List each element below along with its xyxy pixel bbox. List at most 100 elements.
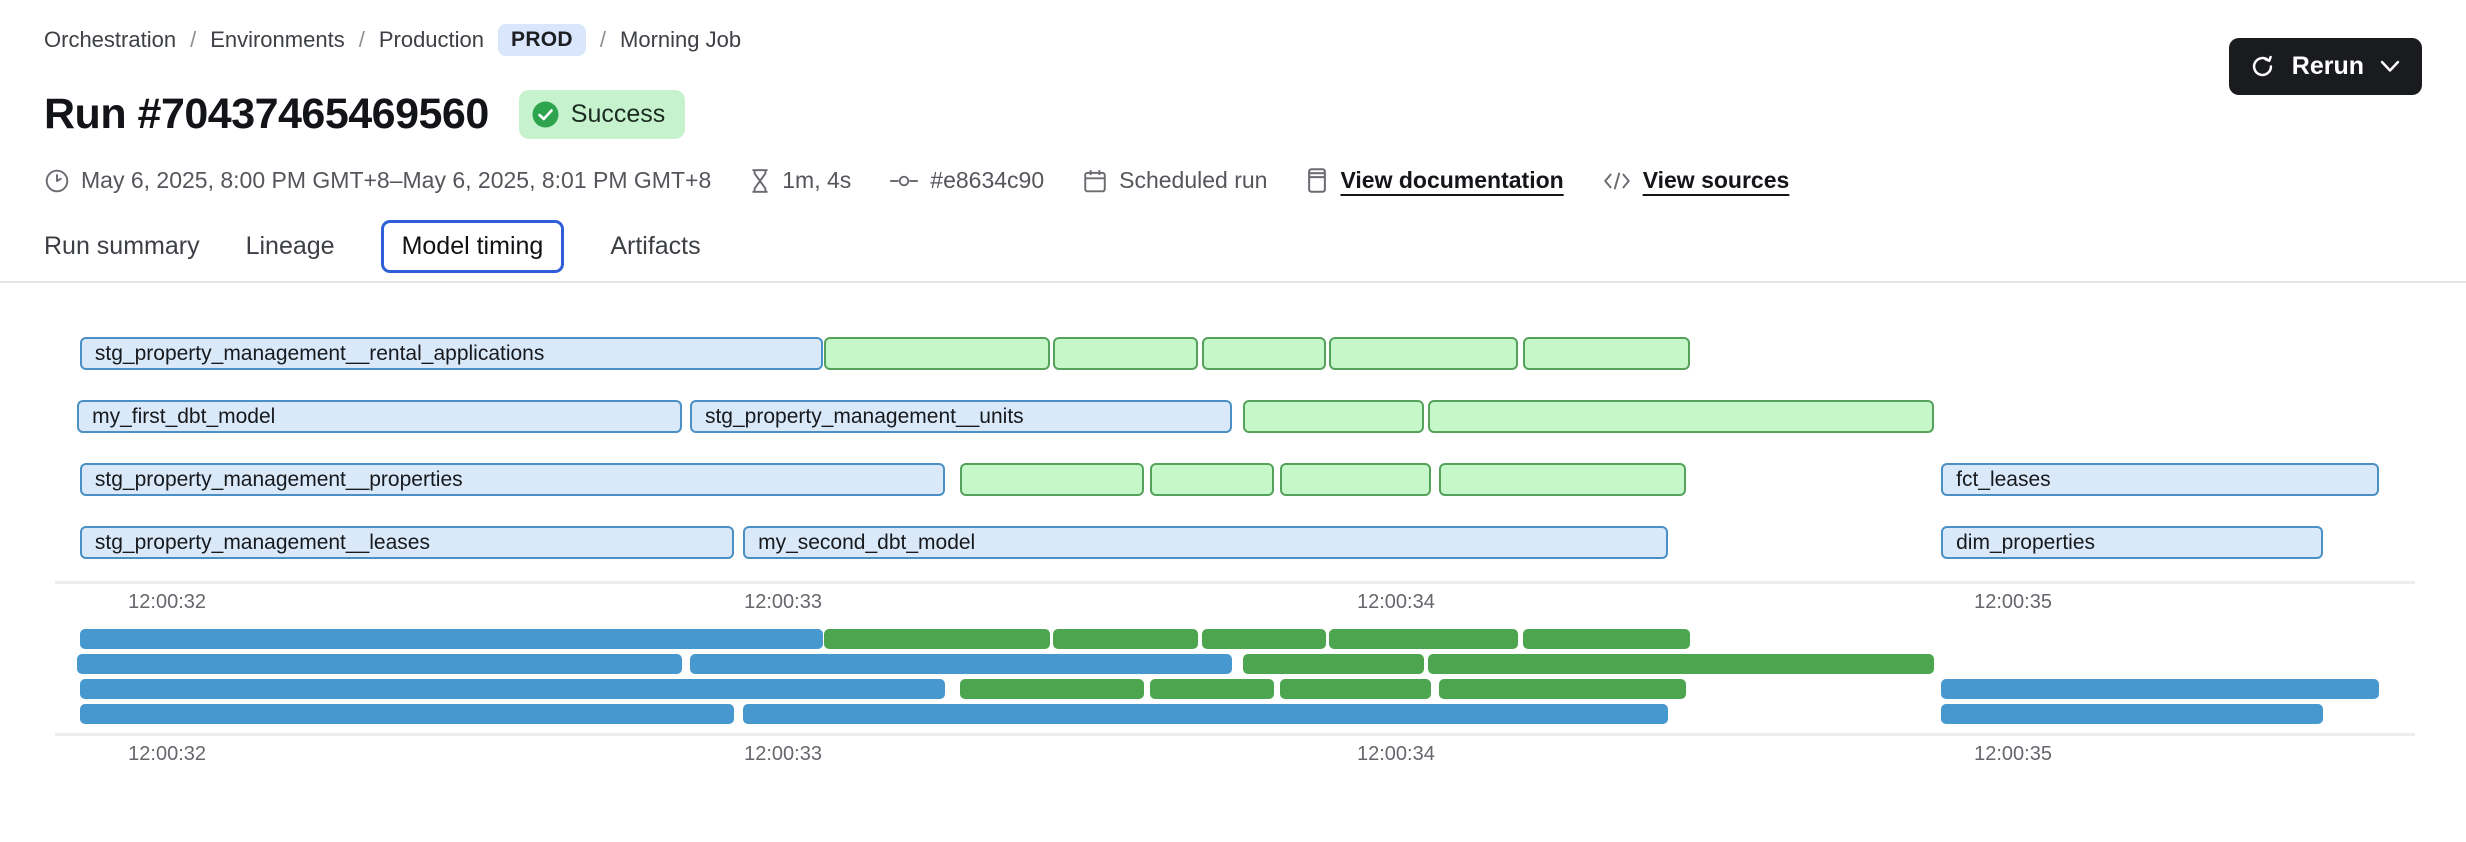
gantt-bar-label: fct_leases bbox=[1943, 465, 2377, 494]
gantt-bar-label: dim_properties bbox=[1943, 528, 2321, 557]
tabs: Run summary Lineage Model timing Artifacts bbox=[44, 220, 2422, 281]
gantt-bar[interactable] bbox=[1329, 337, 1518, 370]
commit-sha: #e8634c90 bbox=[889, 167, 1044, 194]
gantt-bar-stg-property-management-properties bbox=[80, 679, 945, 699]
view-documentation-link[interactable]: View documentation bbox=[1340, 167, 1563, 194]
gantt-bar-label: my_second_dbt_model bbox=[745, 528, 1666, 557]
gantt-bar-stg-property-management-leases[interactable]: stg_property_management__leases bbox=[80, 526, 734, 559]
gantt-bar-label: stg_property_management__leases bbox=[82, 528, 732, 557]
axis-line bbox=[55, 733, 2415, 736]
run-header: Orchestration / Environments / Production PRO… bbox=[0, 0, 2466, 194]
gantt-bar-stg-property-management-leases bbox=[80, 704, 734, 724]
model-timing-panel: stg_property_management__rental_applicat… bbox=[55, 337, 2405, 777]
gantt-bar[interactable] bbox=[1053, 337, 1198, 370]
run-schedule: May 6, 2025, 8:00 PM GMT+8–May 6, 2025, … bbox=[44, 167, 711, 194]
gantt-bar-my-second-dbt-model[interactable]: my_second_dbt_model bbox=[743, 526, 1668, 559]
tab-artifacts[interactable]: Artifacts bbox=[610, 222, 700, 271]
breadcrumb-separator: / bbox=[600, 27, 606, 53]
rerun-button[interactable]: Rerun bbox=[2229, 38, 2422, 95]
tab-lineage[interactable]: Lineage bbox=[246, 222, 335, 271]
gantt-bar-label: stg_property_management__rental_applicat… bbox=[82, 339, 821, 368]
status-label: Success bbox=[571, 100, 665, 129]
tab-run-summary[interactable]: Run summary bbox=[44, 222, 200, 271]
gantt-bar-my-second-dbt-model bbox=[743, 704, 1668, 724]
document-icon bbox=[1305, 167, 1329, 194]
gantt-bar[interactable] bbox=[1280, 463, 1431, 496]
gantt-bar bbox=[824, 629, 1050, 649]
breadcrumb-item-production[interactable]: Production bbox=[379, 27, 484, 53]
gantt-bar-fct-leases[interactable]: fct_leases bbox=[1941, 463, 2379, 496]
gantt-bar[interactable] bbox=[1202, 337, 1326, 370]
breadcrumb: Orchestration / Environments / Production PRO… bbox=[44, 0, 2422, 56]
gantt-bar bbox=[1053, 629, 1198, 649]
code-icon bbox=[1602, 169, 1632, 193]
view-documentation[interactable]: View documentation bbox=[1305, 167, 1563, 194]
axis-line bbox=[55, 581, 2415, 584]
axis-tick-label: 12:00:34 bbox=[1357, 591, 1435, 614]
gantt-bar[interactable] bbox=[1439, 463, 1686, 496]
gantt-bar-my-first-dbt-model bbox=[77, 654, 682, 674]
run-type-text: Scheduled run bbox=[1119, 167, 1267, 194]
breadcrumb-item-orchestration[interactable]: Orchestration bbox=[44, 27, 176, 53]
calendar-icon bbox=[1082, 168, 1108, 194]
gantt-bar-label: stg_property_management__units bbox=[692, 402, 1230, 431]
rerun-label: Rerun bbox=[2292, 52, 2364, 81]
gantt-bar bbox=[1428, 654, 1934, 674]
axis-tick-label: 12:00:33 bbox=[744, 591, 822, 614]
gantt-bar-stg-property-management-units bbox=[690, 654, 1232, 674]
gantt-bar bbox=[1202, 629, 1326, 649]
gantt-bar[interactable] bbox=[824, 337, 1050, 370]
axis-tick-label: 12:00:35 bbox=[1974, 743, 2052, 766]
axis-tick-label: 12:00:35 bbox=[1974, 591, 2052, 614]
gantt-bar-fct-leases bbox=[1941, 679, 2379, 699]
tab-bar: Run summary Lineage Model timing Artifacts bbox=[0, 220, 2466, 283]
gantt-bar bbox=[960, 679, 1144, 699]
gantt-bar[interactable] bbox=[1428, 400, 1934, 433]
gantt-bar-stg-property-management-units[interactable]: stg_property_management__units bbox=[690, 400, 1232, 433]
gantt-bar bbox=[1439, 679, 1686, 699]
gantt-bar[interactable] bbox=[960, 463, 1144, 496]
gantt-bar bbox=[1243, 654, 1424, 674]
chevron-down-icon bbox=[2380, 60, 2400, 73]
view-sources-link[interactable]: View sources bbox=[1643, 167, 1790, 194]
gantt-bar bbox=[1150, 679, 1274, 699]
gantt-bar[interactable] bbox=[1523, 337, 1690, 370]
hourglass-icon bbox=[749, 168, 771, 194]
breadcrumb-separator: / bbox=[359, 27, 365, 53]
gantt-bar[interactable] bbox=[1243, 400, 1424, 433]
gantt-bar-dim-properties bbox=[1941, 704, 2323, 724]
gantt-bar-label: stg_property_management__properties bbox=[82, 465, 943, 494]
axis-tick-label: 12:00:32 bbox=[128, 743, 206, 766]
gantt-bar-dim-properties[interactable]: dim_properties bbox=[1941, 526, 2323, 559]
run-duration: 1m, 4s bbox=[749, 167, 851, 194]
model-timing-gantt: stg_property_management__rental_applicat… bbox=[55, 337, 2405, 629]
run-type: Scheduled run bbox=[1082, 167, 1267, 194]
gantt-bar-stg-property-management-rental-applications[interactable]: stg_property_management__rental_applicat… bbox=[80, 337, 823, 370]
status-badge: Success bbox=[519, 90, 685, 139]
breadcrumb-separator: / bbox=[190, 27, 196, 53]
axis-tick-label: 12:00:32 bbox=[128, 591, 206, 614]
axis-tick-label: 12:00:34 bbox=[1357, 743, 1435, 766]
gantt-bar bbox=[1523, 629, 1690, 649]
gantt-bar-stg-property-management-rental-applications bbox=[80, 629, 823, 649]
commit-sha-text: #e8634c90 bbox=[930, 167, 1044, 194]
environment-badge: PROD bbox=[498, 24, 586, 56]
gantt-bar[interactable] bbox=[1150, 463, 1274, 496]
run-duration-text: 1m, 4s bbox=[782, 167, 851, 194]
gantt-bar bbox=[1280, 679, 1431, 699]
gantt-bar-label: my_first_dbt_model bbox=[79, 402, 680, 431]
gantt-bar-stg-property-management-properties[interactable]: stg_property_management__properties bbox=[80, 463, 945, 496]
run-schedule-text: May 6, 2025, 8:00 PM GMT+8–May 6, 2025, … bbox=[81, 167, 711, 194]
commit-icon bbox=[889, 168, 919, 194]
breadcrumb-item-environments[interactable]: Environments bbox=[210, 27, 345, 53]
view-sources[interactable]: View sources bbox=[1602, 167, 1790, 194]
tab-model-timing[interactable]: Model timing bbox=[381, 220, 565, 273]
axis-tick-label: 12:00:33 bbox=[744, 743, 822, 766]
success-check-icon bbox=[532, 101, 559, 128]
model-timing-minimap[interactable]: 12:00:32 12:00:33 12:00:34 12:00:35 bbox=[55, 629, 2405, 777]
page-title: Run #70437465469560 bbox=[44, 90, 489, 139]
run-meta: May 6, 2025, 8:00 PM GMT+8–May 6, 2025, … bbox=[44, 167, 2422, 194]
gantt-bar-my-first-dbt-model[interactable]: my_first_dbt_model bbox=[77, 400, 682, 433]
clock-icon bbox=[44, 168, 70, 194]
breadcrumb-item-morning-job[interactable]: Morning Job bbox=[620, 27, 741, 53]
